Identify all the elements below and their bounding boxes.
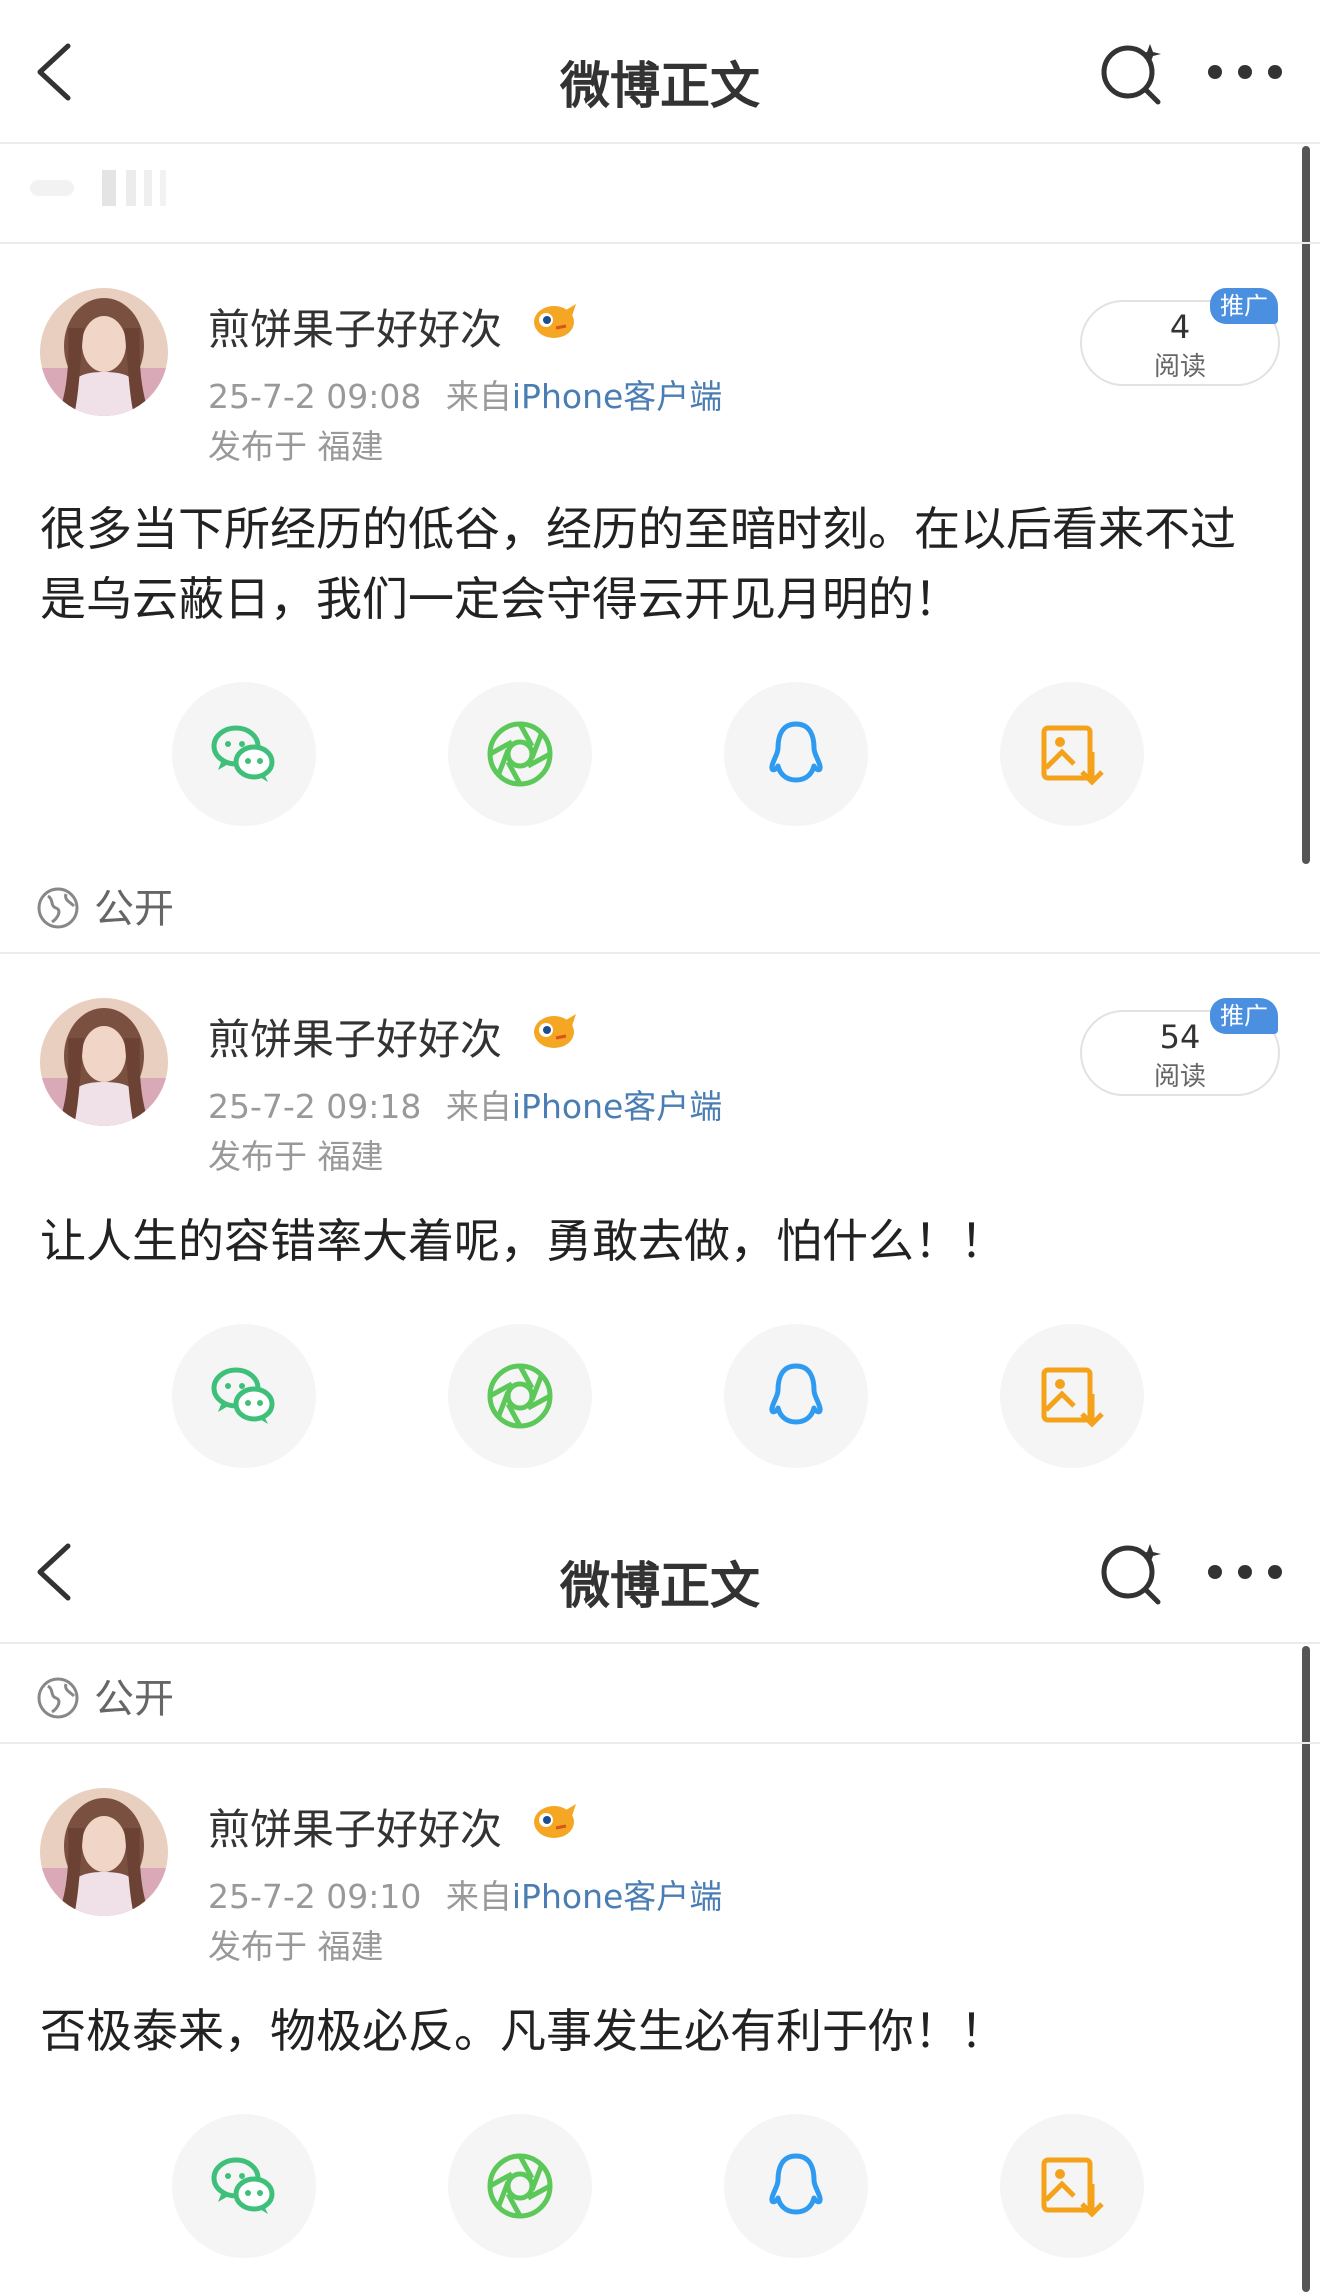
avatar[interactable] (40, 1788, 168, 1916)
save-image-icon (1036, 718, 1108, 790)
wechat-icon (208, 718, 280, 790)
share-moments-button[interactable] (448, 1324, 592, 1468)
post-text: 很多当下所经历的低谷，经历的至暗时刻。在以后看来不过是乌云蔽日，我们一定会守得云… (40, 502, 1236, 626)
post-location: 发布于 福建 (208, 1927, 384, 1966)
vip-badge-icon[interactable] (530, 300, 578, 342)
vip-badge-icon[interactable] (530, 1010, 578, 1052)
privacy-label: 公开 (94, 1676, 174, 1722)
privacy-setting[interactable]: 公开 (36, 876, 174, 934)
faint-header-strip (30, 170, 170, 206)
top-navbar-secondary: 微博正文 (0, 1500, 1320, 1644)
avatar[interactable] (40, 288, 168, 416)
read-label: 阅读 (1153, 352, 1206, 382)
read-label: 阅读 (1153, 1062, 1206, 1092)
save-image-button[interactable] (1000, 682, 1144, 826)
post-time: 25-7-2 09:10 (208, 1877, 422, 1916)
post-location: 发布于 福建 (208, 1137, 384, 1176)
share-qq-button[interactable] (724, 1324, 868, 1468)
divider (0, 1742, 1320, 1744)
qq-icon (760, 718, 832, 790)
post-location: 发布于 福建 (208, 427, 384, 466)
share-wechat-button[interactable] (172, 682, 316, 826)
save-image-icon (1036, 1360, 1108, 1432)
more-options-icon[interactable] (1208, 58, 1288, 88)
vip-badge-icon[interactable] (530, 1800, 578, 1842)
post-time: 25-7-2 09:18 (208, 1087, 422, 1126)
top-navbar: 微博正文 (0, 0, 1320, 144)
post-meta: 25-7-2 09:10 来自iPhone客户端 (208, 1870, 722, 1918)
globe-icon (36, 1676, 80, 1720)
divider (0, 952, 1320, 954)
post-source-link[interactable]: iPhone客户端 (512, 1087, 722, 1126)
post-meta: 25-7-2 09:18 来自iPhone客户端 (208, 1080, 722, 1128)
wechat-icon (208, 1360, 280, 1432)
share-qq-button[interactable] (724, 682, 868, 826)
source-prefix: 来自 (445, 1877, 512, 1916)
qq-icon (760, 1360, 832, 1432)
promote-tag[interactable]: 推广 (1210, 998, 1278, 1034)
save-image-button[interactable] (1000, 1324, 1144, 1468)
post-meta: 25-7-2 09:08 来自iPhone客户端 (208, 370, 722, 418)
post-text: 否极泰来，物极必反。凡事发生必有利于你！！ (40, 2004, 1006, 2058)
save-image-button[interactable] (1000, 2114, 1144, 2258)
share-wechat-button[interactable] (172, 1324, 316, 1468)
divider (0, 242, 1320, 244)
username[interactable]: 煎饼果子好好次 (208, 1006, 502, 1067)
globe-icon (36, 886, 80, 930)
share-wechat-button[interactable] (172, 2114, 316, 2258)
share-moments-button[interactable] (448, 682, 592, 826)
post-source-link[interactable]: iPhone客户端 (512, 377, 722, 416)
share-moments-button[interactable] (448, 2114, 592, 2258)
source-prefix: 来自 (445, 1087, 512, 1126)
promote-tag[interactable]: 推广 (1210, 288, 1278, 324)
scrollbar[interactable] (1302, 146, 1310, 864)
search-icon[interactable] (1098, 1540, 1164, 1606)
username[interactable]: 煎饼果子好好次 (208, 296, 502, 357)
moments-icon (484, 1360, 556, 1432)
wechat-icon (208, 2150, 280, 2222)
source-prefix: 来自 (445, 377, 512, 416)
username[interactable]: 煎饼果子好好次 (208, 1796, 502, 1857)
qq-icon (760, 2150, 832, 2222)
privacy-setting[interactable]: 公开 (36, 1666, 174, 1724)
search-icon[interactable] (1098, 40, 1164, 106)
moments-icon (484, 718, 556, 790)
more-options-icon[interactable] (1208, 1558, 1288, 1588)
post-time: 25-7-2 09:08 (208, 377, 422, 416)
avatar[interactable] (40, 998, 168, 1126)
post-source-link[interactable]: iPhone客户端 (512, 1877, 722, 1916)
privacy-label: 公开 (94, 886, 174, 932)
share-qq-button[interactable] (724, 2114, 868, 2258)
post-text: 让人生的容错率大着呢，勇敢去做，怕什么！！ (40, 1214, 1006, 1268)
save-image-icon (1036, 2150, 1108, 2222)
moments-icon (484, 2150, 556, 2222)
